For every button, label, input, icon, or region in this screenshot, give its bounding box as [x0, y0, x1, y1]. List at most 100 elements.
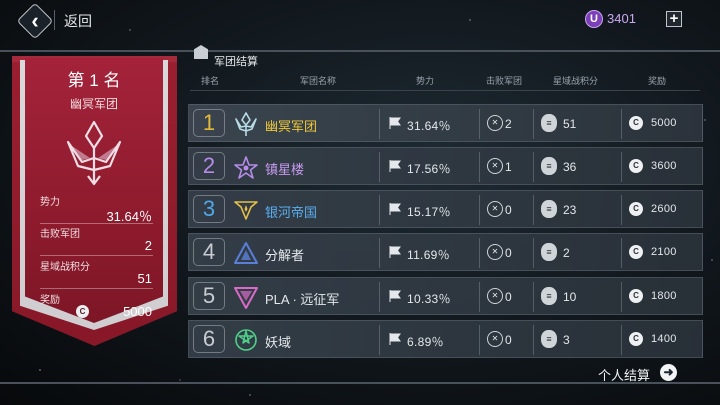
reward-value: 2600	[651, 203, 677, 215]
chevron-left-icon[interactable]: ‹	[22, 8, 48, 34]
divider	[379, 282, 380, 312]
power-value: 10.33％	[407, 292, 451, 306]
winner-reward-value: 5000	[123, 304, 152, 319]
table-row[interactable]: 5 PLA · 远征军 10.33％ ✕ 0 ≡ 10 C 1800	[188, 277, 703, 315]
column-header-score: 星域战积分	[553, 76, 599, 86]
coin-icon: C	[629, 245, 643, 259]
flag-icon	[389, 203, 401, 215]
divider	[40, 223, 153, 224]
rank-number: 2	[193, 152, 225, 180]
divider	[533, 282, 534, 312]
legion-badge-icon	[194, 45, 208, 59]
divider	[379, 109, 380, 139]
legion-name[interactable]: 妖域	[265, 332, 291, 351]
score-medal-icon: ≡	[541, 330, 557, 348]
table-row[interactable]: 4 分解者 11.69％ ✕ 0 ≡ 2 C 2100	[188, 233, 703, 271]
divider	[533, 109, 534, 139]
legion-name[interactable]: 镇星楼	[265, 159, 304, 178]
currency-icon: U	[585, 10, 603, 28]
divider	[621, 109, 622, 139]
reward-value: 1400	[651, 333, 677, 345]
divider	[379, 238, 380, 268]
score-medal-icon: ≡	[541, 157, 557, 175]
trident-emblem-icon	[66, 120, 122, 186]
coin-icon: C	[629, 202, 643, 216]
winner-rank-title: 第 1 名	[67, 71, 121, 90]
back-label[interactable]: 返回	[64, 11, 92, 31]
defeats-value: 1	[505, 160, 512, 174]
divider	[533, 238, 534, 268]
score-medal-icon: ≡	[541, 114, 557, 132]
legion-name[interactable]: 银河帝国	[265, 202, 317, 221]
divider	[621, 195, 622, 225]
winner-power-label: 势力	[40, 197, 60, 208]
winner-legion-name: 幽冥军团	[69, 97, 118, 111]
score-value: 3	[563, 333, 570, 347]
arrow-right-icon[interactable]: ➜	[660, 364, 677, 381]
power-value: 15.17％	[407, 205, 451, 219]
section-divider	[0, 50, 720, 52]
personal-settlement-button[interactable]: 个人结算 ➜	[598, 362, 682, 384]
divider	[621, 325, 622, 355]
divider	[40, 255, 153, 256]
skull-icon: ✕	[487, 158, 503, 174]
divider	[479, 238, 480, 268]
winner-reward-label: 奖励	[40, 295, 60, 306]
reward-value: 3600	[651, 160, 677, 172]
flag-icon	[389, 333, 401, 345]
column-header-rank: 排名	[201, 76, 220, 86]
defeats-value: 0	[505, 290, 512, 304]
inverted-triangle-emblem-icon	[234, 287, 258, 309]
power-value: 31.64％	[407, 119, 451, 133]
defeats-value: 2	[505, 117, 512, 131]
flag-icon	[389, 246, 401, 258]
table-row[interactable]: 3 银河帝国 15.17％ ✕ 0 ≡ 23 C 2600	[188, 190, 703, 228]
defeats-value: 0	[505, 333, 512, 347]
score-medal-icon: ≡	[541, 287, 557, 305]
divider	[533, 195, 534, 225]
divider	[190, 90, 700, 91]
legion-name[interactable]: 分解者	[265, 245, 304, 264]
skull-icon: ✕	[487, 115, 503, 131]
coin-icon: C	[629, 332, 643, 346]
divider	[621, 238, 622, 268]
winner-defeats-value: 2	[144, 238, 152, 253]
divider	[479, 282, 480, 312]
divider	[479, 109, 480, 139]
flag-icon	[389, 290, 401, 302]
table-row[interactable]: 2 镇星楼 17.56％ ✕ 1 ≡ 36 C 3600	[188, 147, 703, 185]
divider	[621, 152, 622, 182]
divider	[40, 288, 153, 289]
section-title: 军团结算	[214, 56, 258, 68]
legion-name[interactable]: 幽冥军团	[265, 116, 317, 135]
currency-value: 3401	[607, 11, 636, 26]
reward-value: 2100	[651, 246, 677, 258]
legion-name[interactable]: PLA · 远征军	[265, 289, 339, 308]
rank-number: 3	[193, 195, 225, 223]
score-value: 23	[563, 203, 577, 217]
reward-value: 1800	[651, 290, 677, 302]
winner-score-value: 51	[137, 271, 152, 286]
table-row[interactable]: 1 幽冥军团 31.64％ ✕ 2 ≡ 51 C 5000	[188, 104, 703, 142]
divider	[533, 325, 534, 355]
skull-icon: ✕	[487, 244, 503, 260]
score-medal-icon: ≡	[541, 200, 557, 218]
star-wing-emblem-icon	[234, 156, 258, 179]
score-value: 51	[563, 117, 577, 131]
coin-icon: C	[629, 159, 643, 173]
winner-score-label: 星域战积分	[40, 262, 90, 273]
divider	[621, 282, 622, 312]
divider	[479, 152, 480, 182]
flag-icon	[389, 160, 401, 172]
personal-settlement-label[interactable]: 个人结算	[598, 365, 650, 384]
table-row[interactable]: 6 妖域 6.89％ ✕ 0 ≡ 3 C 1400	[188, 320, 703, 358]
power-value: 17.56％	[407, 162, 451, 176]
skull-icon: ✕	[487, 288, 503, 304]
add-currency-button[interactable]: +	[666, 11, 682, 27]
divider	[479, 325, 480, 355]
divider	[379, 195, 380, 225]
power-value: 11.69％	[407, 248, 450, 262]
score-value: 36	[563, 160, 577, 174]
divider	[379, 152, 380, 182]
coin-icon: C	[629, 289, 643, 303]
